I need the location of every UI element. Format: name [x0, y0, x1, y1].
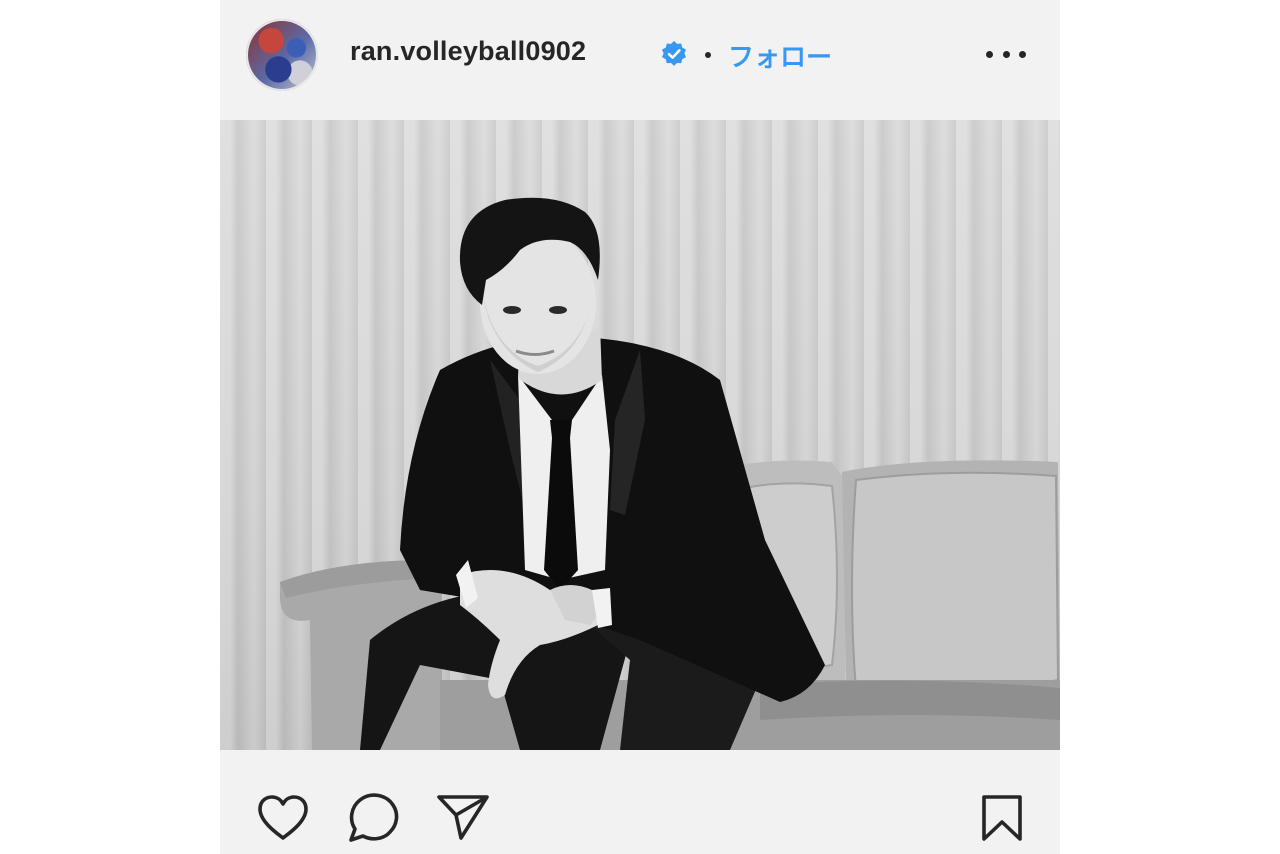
- verified-badge-icon: [661, 40, 687, 67]
- username-link[interactable]: ran.volleyball0902: [350, 36, 586, 67]
- profile-avatar[interactable]: [246, 19, 318, 91]
- heart-icon[interactable]: [256, 794, 310, 842]
- follow-button[interactable]: フォロー: [728, 37, 832, 74]
- send-icon[interactable]: [436, 793, 490, 841]
- instagram-post: ran.volleyball0902 フォロー: [220, 0, 1060, 854]
- comment-icon[interactable]: [346, 792, 400, 844]
- bookmark-icon[interactable]: [980, 794, 1024, 842]
- action-bar: [220, 750, 1060, 854]
- more-options-icon[interactable]: [986, 42, 1026, 66]
- post-header: ran.volleyball0902 フォロー: [220, 0, 1060, 120]
- separator-dot: [705, 52, 711, 58]
- post-photo[interactable]: [220, 120, 1060, 750]
